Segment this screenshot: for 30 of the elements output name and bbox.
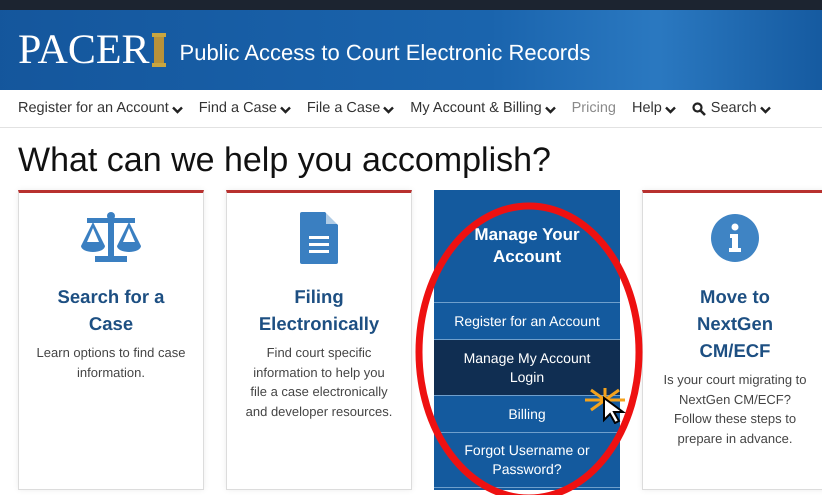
nav-menu[interactable]: Register for an Account — [18, 98, 183, 120]
nav-menu[interactable]: Find a Case — [198, 98, 291, 120]
site-tagline: Public Access to Court Electronic Records — [180, 38, 590, 66]
cursor-icon — [602, 396, 628, 424]
nav-menu[interactable]: Help — [632, 98, 676, 120]
panel-title: Manage Your Account — [434, 190, 620, 303]
pacer-logo[interactable]: PACER — [18, 29, 150, 71]
scales-icon — [79, 212, 143, 264]
chevron-down-icon — [544, 106, 556, 114]
chevron-down-icon — [664, 106, 676, 114]
card-title[interactable]: Search for a Case — [36, 283, 186, 337]
document-icon — [300, 212, 338, 264]
chevron-down-icon — [280, 106, 291, 114]
card-title[interactable]: Filing Electronically — [244, 283, 394, 337]
info-icon — [711, 214, 759, 262]
card-description: Learn options to find case information. — [36, 344, 186, 382]
menu-item[interactable]: Forgot Username or Password? — [434, 433, 620, 488]
nav-menu[interactable]: My Account & Billing — [410, 98, 556, 120]
card-description: Is your court migrating to NextGen CM/ECF? Follow these steps to prepare in advance. — [662, 371, 808, 448]
search-icon — [692, 102, 706, 116]
card-title[interactable]: Move to NextGen CM/ECF — [660, 283, 810, 364]
nav-menu[interactable]: File a Case — [306, 98, 394, 120]
page-heading: What can we help you accomplish? — [17, 140, 552, 181]
chevron-down-icon — [383, 106, 394, 114]
card-description: Find court specific information to help you file a case electronically and developer resources. — [244, 344, 394, 421]
search-menu[interactable]: Search — [692, 98, 771, 120]
chevron-down-icon — [760, 106, 771, 114]
column-icon — [152, 33, 166, 67]
chevron-down-icon — [172, 106, 183, 114]
menu-item[interactable]: Manage My Account Login — [434, 340, 620, 396]
